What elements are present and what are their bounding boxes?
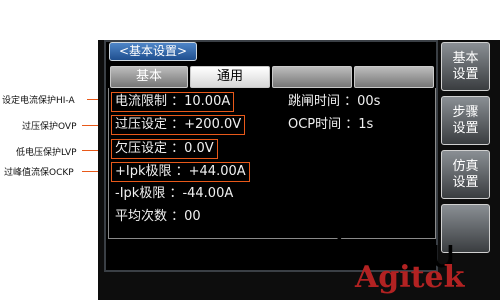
simulation-settings-button[interactable]: 仿真 设置 xyxy=(441,150,490,199)
tab-general[interactable]: 通用 xyxy=(190,66,270,88)
ocp-time-field[interactable]: OCP时间 ：1s xyxy=(288,116,373,134)
current-limit-field[interactable]: 电流限制 ：10.00A xyxy=(111,92,235,112)
basic-settings-line2: 设置 xyxy=(452,66,479,82)
annotation-current-protection: 设定电流保护HI-A xyxy=(2,96,75,106)
annotation-lvp: 低电压保护LVP xyxy=(16,148,77,158)
annotation-ovp: 过压保护OVP xyxy=(22,122,77,132)
average-count-field[interactable]: 平均次数 ：00 xyxy=(115,208,201,226)
basic-settings-line1: 基本 xyxy=(452,50,479,66)
simulation-settings-line1: 仿真 xyxy=(452,158,479,174)
tab-basic[interactable]: 基本 xyxy=(110,66,188,88)
tab-empty-4[interactable] xyxy=(354,66,434,88)
step-settings-line2: 设置 xyxy=(452,120,479,136)
annotation-ockp: 过峰值流保OCKP xyxy=(4,168,74,178)
step-settings-button[interactable]: 步骤 设置 xyxy=(441,96,490,145)
trip-time-field[interactable]: 跳闸时间 ：00s xyxy=(288,93,380,111)
positive-ipk-limit-field[interactable]: +Ipk极限 ：+44.00A xyxy=(111,162,250,182)
undervoltage-setting-field[interactable]: 欠压设定 ：0.0V xyxy=(111,139,218,159)
simulation-settings-line2: 设置 xyxy=(452,174,479,190)
step-settings-line1: 步骤 xyxy=(452,104,479,120)
agitek-logo: Agitek xyxy=(355,260,465,295)
page-title: <基本设置> xyxy=(109,42,197,61)
overvoltage-setting-field[interactable]: 过压设定 ：+200.0V xyxy=(111,115,246,135)
tab-empty-3[interactable] xyxy=(272,66,352,88)
basic-settings-button[interactable]: 基本 设置 xyxy=(441,42,490,91)
negative-ipk-limit-field[interactable]: -Ipk极限 ：-44.00A xyxy=(115,185,233,203)
